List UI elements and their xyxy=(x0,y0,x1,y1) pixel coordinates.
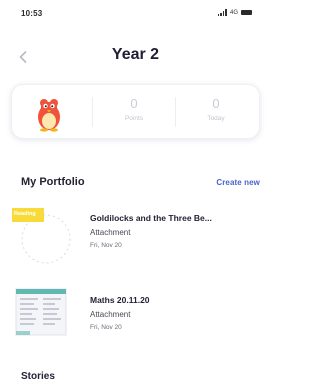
post-title: Maths 20.11.20 xyxy=(90,295,150,305)
points-label: Points xyxy=(124,115,144,122)
portfolio-section-title: My Portfolio xyxy=(21,176,85,188)
today-stat: 0 Today xyxy=(186,96,246,123)
post-type: Attachment xyxy=(90,310,131,319)
avatar[interactable] xyxy=(36,94,62,132)
points-value: 0 xyxy=(130,96,138,111)
create-new-button[interactable]: Create new xyxy=(216,178,260,187)
stats-card: 0 Points 0 Today xyxy=(11,84,260,139)
post-date: Fri, Nov 20 xyxy=(90,324,122,331)
network-type: 4G xyxy=(229,9,238,16)
post-thumbnail xyxy=(10,287,72,349)
nav-bar: Year 2 xyxy=(0,40,271,70)
post-title: Goldilocks and the Three Be... xyxy=(90,213,212,223)
points-stat: 0 Points xyxy=(104,96,164,123)
post-thumbnail: Reading xyxy=(10,205,72,267)
divider xyxy=(92,97,93,127)
signal-icon xyxy=(217,9,227,16)
portfolio-item[interactable]: Reading Goldilocks and the Three Be... A… xyxy=(0,205,271,275)
worksheet-thumbnail-icon xyxy=(15,288,67,336)
post-type: Attachment xyxy=(90,228,131,237)
monster-avatar-icon xyxy=(38,99,60,132)
today-label: Today xyxy=(207,115,225,122)
battery-icon xyxy=(241,10,252,15)
stories-section-title: Stories xyxy=(21,371,55,382)
divider xyxy=(175,97,176,127)
status-bar: 10:53 4G xyxy=(0,0,271,26)
post-date: Fri, Nov 20 xyxy=(90,242,122,249)
status-time: 10:53 xyxy=(21,9,43,18)
today-value: 0 xyxy=(212,96,220,111)
post-tag: Reading xyxy=(14,211,36,217)
portfolio-item[interactable]: Maths 20.11.20 Attachment Fri, Nov 20 xyxy=(0,287,271,357)
page-title: Year 2 xyxy=(111,46,160,63)
status-indicators: 4G xyxy=(217,9,252,16)
